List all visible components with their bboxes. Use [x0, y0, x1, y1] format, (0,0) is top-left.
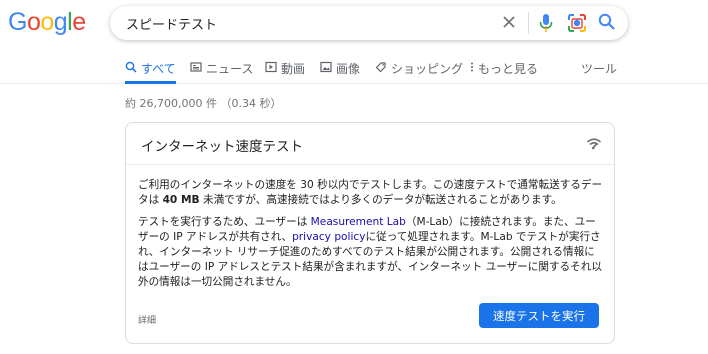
result-stats: 約 26,700,000 件 （0.34 秒）: [125, 97, 282, 110]
logo-letter: g: [53, 8, 68, 36]
tab-videos[interactable]: 動画: [265, 60, 305, 84]
tab-label: 画像: [336, 62, 361, 76]
tools-button[interactable]: ツール: [581, 60, 617, 84]
more-vert-icon: [471, 62, 473, 72]
search-divider: [528, 12, 529, 34]
search-icon: [125, 61, 137, 73]
data-size: 40 MB: [162, 194, 200, 206]
notice-text: テストを実行するため、ユーザーは: [138, 216, 311, 228]
card-header: インターネット速度テスト: [126, 123, 614, 165]
logo-letter: e: [72, 8, 86, 36]
clear-icon[interactable]: [499, 12, 519, 32]
tab-label: 動画: [281, 62, 306, 76]
desc-text: 未満ですが、高速接続ではより多くのデータが転送されることがあります。: [199, 194, 562, 206]
tab-images[interactable]: 画像: [320, 60, 360, 84]
tab-label: ショッピング: [391, 62, 464, 76]
speed-test-card: インターネット速度テスト ご利用のインターネットの速度を 30 秒以内でテストし…: [125, 122, 615, 344]
tab-news[interactable]: ニュース: [190, 60, 253, 84]
card-description: ご利用のインターネットの速度を 30 秒以内でテストします。この速度テストで通常…: [138, 178, 604, 208]
details-link[interactable]: 詳細: [138, 313, 156, 326]
card-title: インターネット速度テスト: [141, 139, 303, 155]
tab-shopping[interactable]: ショッピング: [375, 60, 463, 84]
news-icon: [190, 62, 202, 72]
tab-label: ニュース: [206, 62, 254, 76]
video-icon: [265, 61, 277, 73]
logo-letter: o: [40, 8, 54, 36]
mic-icon[interactable]: [536, 12, 556, 34]
logo-letter: G: [8, 8, 27, 36]
tab-label: もっと見る: [478, 62, 539, 76]
logo-letter: o: [26, 8, 41, 36]
image-icon: [320, 61, 332, 73]
tab-all[interactable]: すべて: [125, 60, 176, 84]
search-input[interactable]: スピードテスト: [126, 14, 217, 33]
tab-more[interactable]: もっと見る: [470, 60, 538, 84]
google-logo[interactable]: Google: [8, 10, 86, 35]
lens-icon[interactable]: [567, 13, 587, 33]
wifi-icon: [586, 138, 602, 150]
tag-icon: [375, 62, 386, 73]
run-speed-test-button[interactable]: 速度テストを実行: [479, 303, 599, 328]
measurement-lab-link[interactable]: Measurement Lab: [311, 216, 406, 228]
search-box[interactable]: スピードテスト: [110, 6, 628, 40]
search-tabs: すべて ニュース 動画 画像 ショッピング もっと見る ツール: [0, 58, 708, 84]
privacy-policy-link[interactable]: privacy policy: [292, 231, 365, 243]
tools-label: ツール: [581, 62, 618, 76]
tab-label: すべて: [141, 62, 176, 76]
search-submit-icon[interactable]: [597, 12, 617, 32]
card-privacy-notice: テストを実行するため、ユーザーは Measurement Lab（M-Lab）に…: [138, 215, 604, 290]
